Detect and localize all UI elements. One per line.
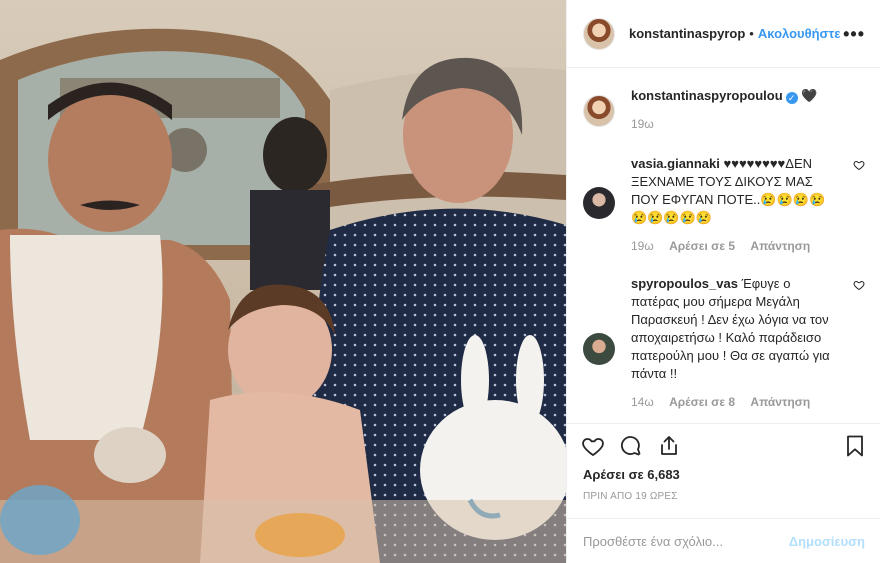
- comment-likes[interactable]: Αρέσει σε 5: [669, 239, 735, 253]
- comment-body: vasia.giannaki ♥♥♥♥♥♥♥♥ΔΕΝ ΞΕΧΝΑΜΕ ΤΟΥΣ …: [631, 155, 841, 253]
- caption-meta: 19ω: [631, 117, 841, 131]
- avatar[interactable]: [583, 187, 615, 219]
- post-comment-button[interactable]: Δημοσίευση: [789, 534, 865, 549]
- comment-icon[interactable]: [619, 434, 643, 458]
- avatar[interactable]: [583, 333, 615, 365]
- avatar[interactable]: [583, 17, 615, 50]
- header-username[interactable]: konstantinaspyrop: [629, 26, 745, 41]
- list-item: vasia.giannaki ♥♥♥♥♥♥♥♥ΔΕΝ ΞΕΧΝΑΜΕ ΤΟΥΣ …: [583, 155, 865, 259]
- caption-text: 🖤: [801, 88, 818, 103]
- comment-meta: 14ω Αρέσει σε 8 Απάντηση: [631, 395, 841, 409]
- like-comment-heart-icon[interactable]: [853, 159, 865, 171]
- post-photo[interactable]: [0, 0, 566, 563]
- post-sidebar: konstantinaspyrop • Ακολουθήστε ••• kons…: [566, 0, 880, 563]
- add-comment-bar: Δημοσίευση: [567, 518, 880, 563]
- comment-username[interactable]: vasia.giannaki: [631, 156, 720, 171]
- post-timestamp[interactable]: ΠΡΙΝ ΑΠΟ 19 ΩΡΕΣ: [583, 491, 678, 502]
- like-comment-heart-icon[interactable]: [853, 279, 865, 291]
- bookmark-button[interactable]: [843, 434, 867, 463]
- comment-time[interactable]: 19ω: [631, 239, 654, 253]
- caption-body: konstantinaspyropoulou ✓ 🖤 19ω: [631, 87, 841, 131]
- comment-time[interactable]: 14ω: [631, 395, 654, 409]
- share-icon[interactable]: [657, 434, 681, 458]
- follow-button[interactable]: Ακολουθήστε: [758, 26, 841, 41]
- reply-button[interactable]: Απάντηση: [750, 395, 810, 409]
- header-separator: •: [749, 26, 754, 41]
- post-header: konstantinaspyrop • Ακολουθήστε •••: [567, 0, 880, 68]
- heart-icon[interactable]: [581, 434, 605, 458]
- comment-username[interactable]: spyropoulos_vas: [631, 276, 738, 291]
- reply-button[interactable]: Απάντηση: [750, 239, 810, 253]
- comments-list[interactable]: konstantinaspyropoulou ✓ 🖤 19ω vasia.gian…: [567, 69, 880, 423]
- likes-count[interactable]: Αρέσει σε 6,683: [583, 467, 680, 482]
- action-icons: [581, 434, 681, 460]
- comment-likes[interactable]: Αρέσει σε 8: [669, 395, 735, 409]
- avatar[interactable]: [583, 95, 615, 127]
- post-actions: Αρέσει σε 6,683 ΠΡΙΝ ΑΠΟ 19 ΩΡΕΣ Δημοσίε…: [567, 423, 880, 563]
- caption-time[interactable]: 19ω: [631, 117, 654, 131]
- verified-badge-icon: ✓: [785, 92, 798, 104]
- family-photo-illustration: [0, 0, 566, 563]
- bookmark-icon[interactable]: [843, 434, 867, 458]
- comment-input[interactable]: [583, 534, 789, 549]
- more-options-icon[interactable]: •••: [843, 24, 865, 45]
- list-item: spyropoulos_vas Έφυγε ο πατέρας μου σήμε…: [583, 275, 865, 423]
- caption-username[interactable]: konstantinaspyropoulou: [631, 88, 783, 103]
- comment-text: Έφυγε ο πατέρας μου σήμερα Μεγάλη Παρασκ…: [631, 276, 830, 381]
- caption: konstantinaspyropoulou ✓ 🖤 19ω: [583, 87, 865, 147]
- comment-meta: 19ω Αρέσει σε 5 Απάντηση: [631, 239, 841, 253]
- comment-body: spyropoulos_vas Έφυγε ο πατέρας μου σήμε…: [631, 275, 841, 409]
